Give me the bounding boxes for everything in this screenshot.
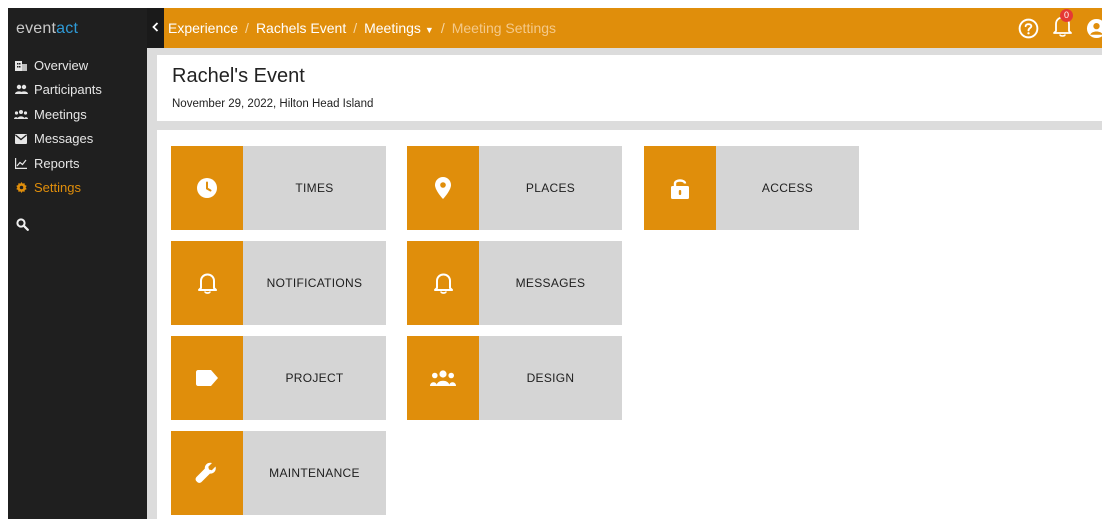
top-bar: Experience / Rachels Event / Meetings ▼ /… bbox=[147, 8, 1102, 48]
sidebar-item-label: Meetings bbox=[34, 106, 87, 122]
breadcrumb-rachels-event[interactable]: Rachels Event bbox=[256, 20, 346, 36]
breadcrumb-separator: / bbox=[245, 20, 249, 36]
map-pin-icon bbox=[407, 146, 479, 230]
wrench-icon bbox=[171, 431, 243, 515]
tile-label: MAINTENANCE bbox=[243, 431, 386, 515]
caret-down-icon: ▼ bbox=[424, 25, 434, 35]
tile-times[interactable]: TIMES bbox=[171, 146, 386, 230]
main-content: Rachel's Event November 29, 2022, Hilton… bbox=[147, 48, 1102, 519]
search-icon[interactable] bbox=[16, 218, 30, 232]
tile-places[interactable]: PLACES bbox=[407, 146, 622, 230]
building-icon bbox=[14, 58, 28, 72]
tile-maintenance[interactable]: MAINTENANCE bbox=[171, 431, 386, 515]
tile-label: DESIGN bbox=[479, 336, 622, 420]
tile-label: NOTIFICATIONS bbox=[243, 241, 386, 325]
notification-badge: 0 bbox=[1060, 8, 1073, 22]
breadcrumb-separator: / bbox=[440, 20, 445, 36]
users-group-icon bbox=[407, 336, 479, 420]
tile-project[interactable]: PROJECT bbox=[171, 336, 386, 420]
chevron-left-icon bbox=[152, 19, 159, 37]
bell-icon bbox=[407, 241, 479, 325]
gear-icon bbox=[14, 181, 28, 195]
page-title: Rachel's Event bbox=[172, 65, 305, 87]
tile-label: PLACES bbox=[479, 146, 622, 230]
tile-messages[interactable]: MESSAGES bbox=[407, 241, 622, 325]
settings-grid: TIMES PLACES ACCESS NOTIFICATIONS MESSAG… bbox=[157, 130, 1102, 519]
sidebar-nav: Overview Participants Meetings Messages bbox=[14, 53, 144, 200]
sidebar-item-label: Messages bbox=[34, 131, 94, 147]
tile-label: TIMES bbox=[243, 146, 386, 230]
tile-label: PROJECT bbox=[243, 336, 386, 420]
tile-label: MESSAGES bbox=[479, 241, 622, 325]
clock-icon bbox=[171, 146, 243, 230]
bell-icon bbox=[171, 241, 243, 325]
breadcrumb-meetings[interactable]: Meetings ▼ bbox=[364, 20, 434, 36]
notifications-button[interactable]: 0 bbox=[1053, 8, 1073, 42]
chart-icon bbox=[14, 156, 28, 170]
tile-notifications[interactable]: NOTIFICATIONS bbox=[171, 241, 386, 325]
sidebar: eventact Overview Participants Meetings bbox=[8, 8, 147, 519]
eventact-logo[interactable]: eventact bbox=[16, 20, 78, 38]
envelope-icon bbox=[14, 132, 28, 146]
logo-accent: act bbox=[56, 20, 79, 37]
sidebar-item-meetings[interactable]: Meetings bbox=[14, 102, 144, 127]
tag-icon bbox=[171, 336, 243, 420]
collapse-sidebar-button[interactable] bbox=[147, 8, 164, 48]
breadcrumb: Experience / Rachels Event / Meetings ▼ /… bbox=[168, 20, 556, 36]
lock-icon bbox=[644, 146, 716, 230]
app-root: eventact Overview Participants Meetings bbox=[0, 0, 1102, 519]
sidebar-item-overview[interactable]: Overview bbox=[14, 53, 144, 78]
sidebar-item-settings[interactable]: Settings bbox=[14, 176, 144, 201]
tile-access[interactable]: ACCESS bbox=[644, 146, 859, 230]
breadcrumb-meeting-settings: Meeting Settings bbox=[451, 20, 557, 36]
group-icon bbox=[14, 107, 28, 121]
sidebar-item-messages[interactable]: Messages bbox=[14, 127, 144, 152]
event-subtitle: November 29, 2022, Hilton Head Island bbox=[172, 98, 374, 110]
tile-design[interactable]: DESIGN bbox=[407, 336, 622, 420]
event-header: Rachel's Event November 29, 2022, Hilton… bbox=[157, 55, 1102, 121]
user-icon[interactable] bbox=[1086, 18, 1102, 39]
breadcrumb-meetings-label: Meetings bbox=[364, 20, 421, 36]
tile-label: ACCESS bbox=[716, 146, 859, 230]
sidebar-item-label: Participants bbox=[34, 82, 102, 98]
top-actions: 0 bbox=[1004, 8, 1102, 48]
users-icon bbox=[14, 83, 28, 97]
sidebar-item-reports[interactable]: Reports bbox=[14, 151, 144, 176]
sidebar-item-label: Overview bbox=[34, 57, 89, 73]
sidebar-item-label: Settings bbox=[34, 180, 81, 196]
help-icon[interactable] bbox=[1018, 18, 1039, 39]
breadcrumb-separator: / bbox=[353, 20, 358, 36]
sidebar-item-label: Reports bbox=[34, 155, 80, 171]
breadcrumb-experience[interactable]: Experience bbox=[168, 20, 238, 36]
sidebar-item-participants[interactable]: Participants bbox=[14, 78, 144, 103]
logo-prefix: event bbox=[16, 20, 57, 37]
